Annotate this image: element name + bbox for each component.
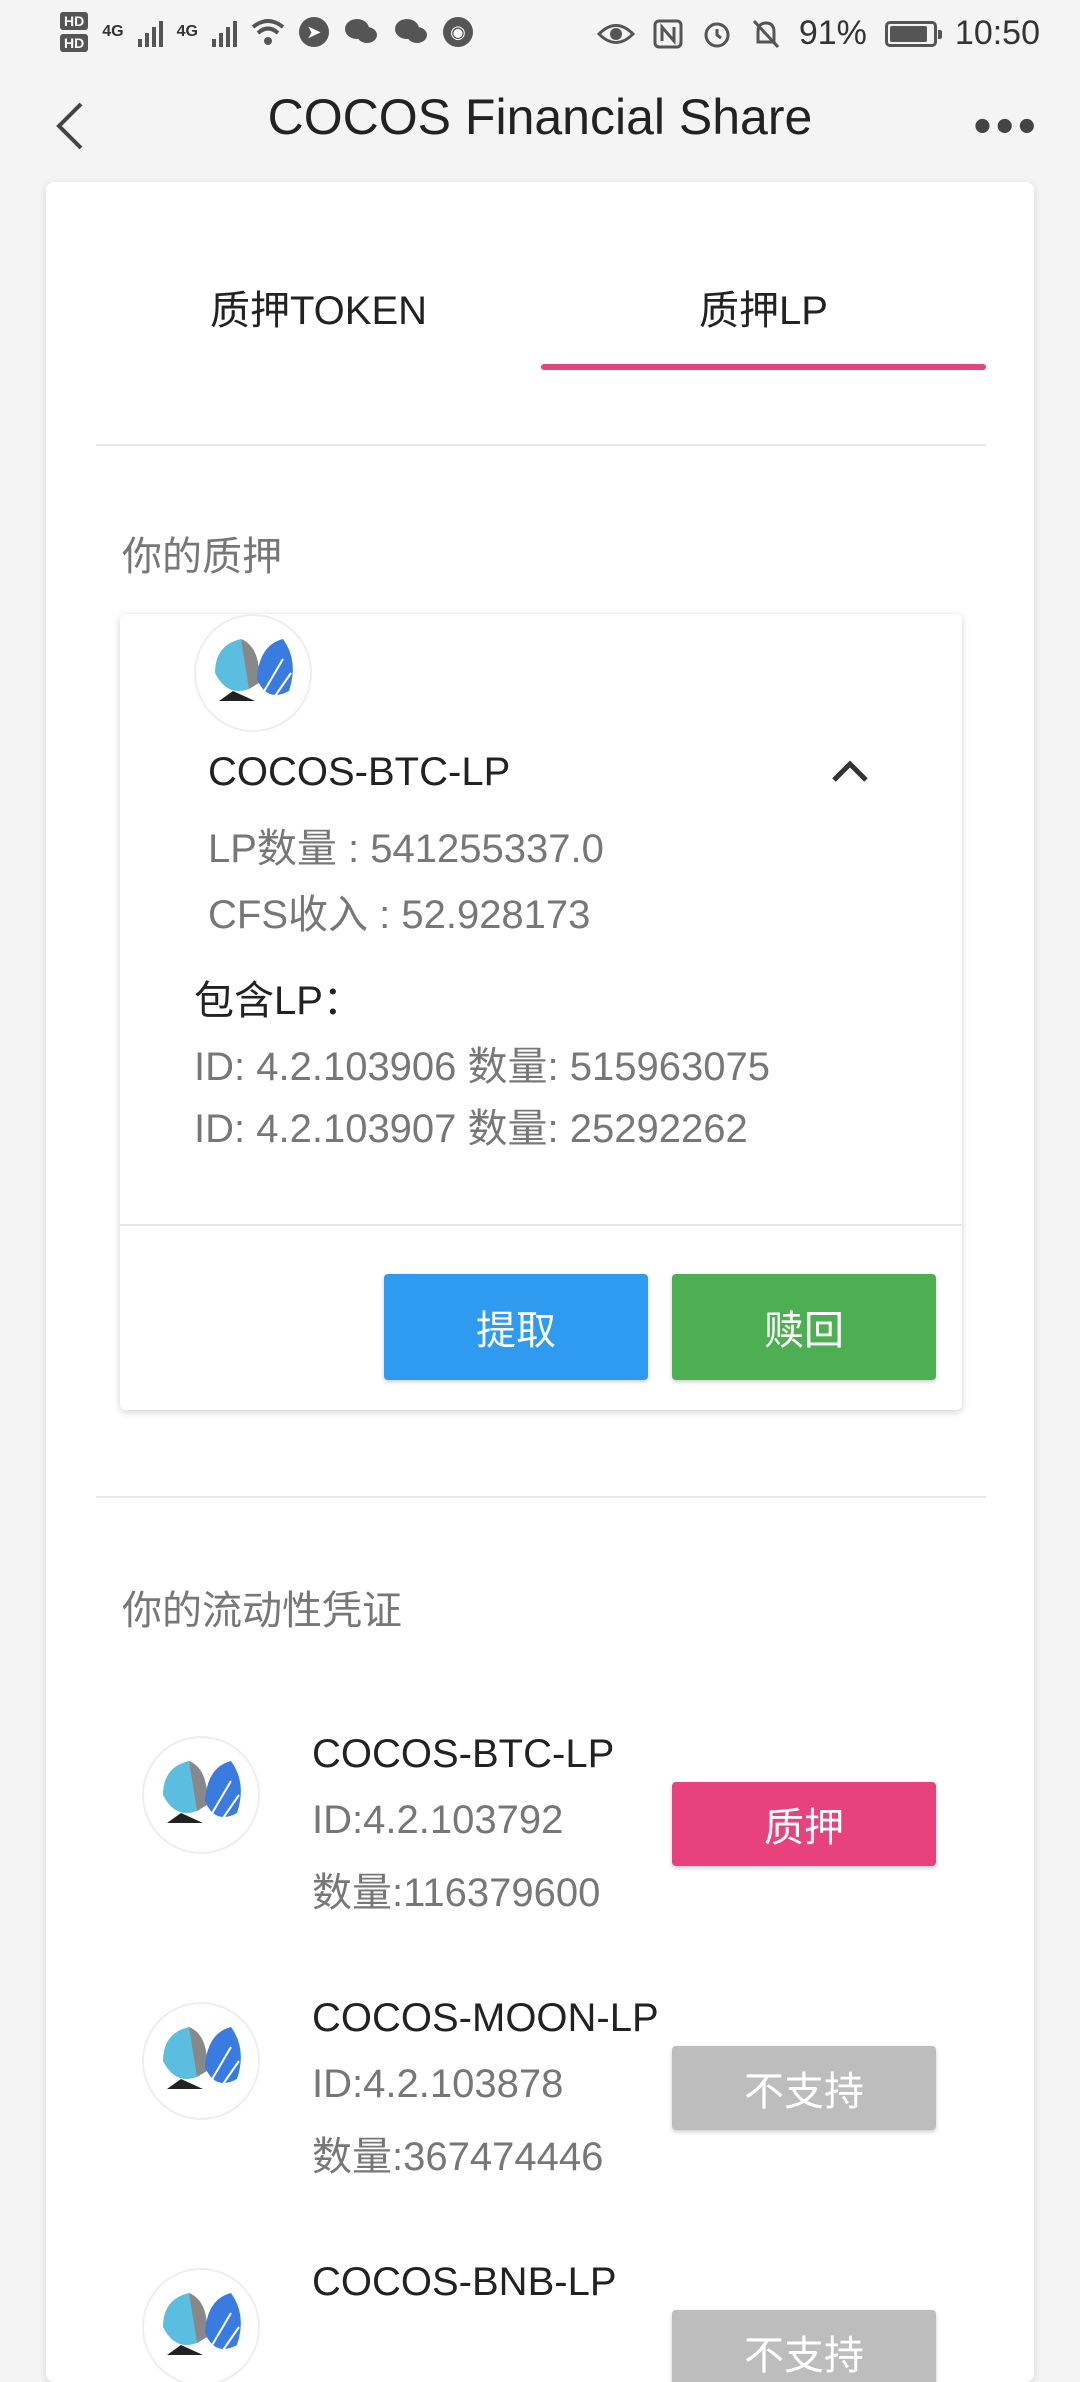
token-pair-logo xyxy=(142,1736,260,1854)
nfc-icon xyxy=(653,19,683,48)
liquidity-amount: 数量:367474446 xyxy=(312,2135,604,2179)
wechat-icon xyxy=(394,19,427,43)
network-type-1: 4G xyxy=(102,23,124,40)
eye-icon xyxy=(596,23,635,44)
tab-stake-lp[interactable]: 质押LP xyxy=(541,182,986,372)
stake-lp-name: COCOS-BTC-LP xyxy=(208,750,511,794)
status-bar: HD HD 4G 4G ➤ ◉ 91% 10:50 xyxy=(0,0,1080,72)
withdraw-button[interactable]: 提取 xyxy=(384,1274,648,1380)
location-icon: ➤ xyxy=(298,17,329,47)
cocos-bnb-logo-icon xyxy=(163,2293,241,2355)
liquidity-name: COCOS-BNB-LP xyxy=(312,2260,617,2304)
section-title-your-stake: 你的质押 xyxy=(122,535,282,579)
stake-lp-amount: LP数量 : 541255337.0 xyxy=(208,827,604,871)
app-header: COCOS Financial Share ••• xyxy=(0,72,1080,182)
page-title: COCOS Financial Share xyxy=(267,89,813,145)
signal-icon xyxy=(211,17,237,47)
cocos-btc-logo-icon xyxy=(215,639,293,701)
hd-indicator: HD HD xyxy=(60,12,89,52)
section-title-liquidity: 你的流动性凭证 xyxy=(122,1589,402,1633)
tab-stake-token[interactable]: 质押TOKEN xyxy=(96,182,541,372)
stake-item-card: COCOS-BTC-LP LP数量 : 541255337.0 CFS收入 : … xyxy=(120,614,962,1410)
wechat-icon xyxy=(344,19,377,43)
contains-lp-row: ID: 4.2.103907 数量: 25292262 xyxy=(194,1107,748,1151)
hd-label-2: HD xyxy=(60,34,89,52)
liquidity-name: COCOS-MOON-LP xyxy=(312,1996,659,2040)
hd-label-1: HD xyxy=(60,12,89,30)
more-menu-button[interactable]: ••• xyxy=(973,96,1040,156)
unsupported-button[interactable]: 不支持 xyxy=(672,2046,936,2130)
battery-percent: 91% xyxy=(798,14,867,52)
cocos-btc-logo-icon xyxy=(163,1761,241,1823)
liquidity-name: COCOS-BTC-LP xyxy=(312,1732,615,1776)
tab-bar: 质押TOKEN 质押LP xyxy=(96,182,986,372)
signal-icon xyxy=(137,17,163,47)
token-pair-logo xyxy=(194,614,312,732)
stake-cfs-income: CFS收入 : 52.928173 xyxy=(208,893,591,937)
battery-icon xyxy=(884,20,942,47)
audio-icon: ◉ xyxy=(442,17,473,47)
token-pair-logo xyxy=(142,2268,260,2382)
alarm-icon xyxy=(704,22,730,47)
chevron-up-icon[interactable] xyxy=(830,752,870,792)
main-card: 质押TOKEN 质押LP 你的质押 COCOS-BTC-LP LP数量 : 54… xyxy=(46,182,1034,2382)
contains-lp-row: ID: 4.2.103906 数量: 515963075 xyxy=(194,1045,770,1089)
liquidity-amount: 数量:116379600 xyxy=(312,1871,601,1915)
divider xyxy=(96,444,986,446)
unsupported-button[interactable]: 不支持 xyxy=(672,2310,936,2382)
divider xyxy=(96,1496,986,1498)
tab-label: 质押LP xyxy=(699,289,828,333)
redeem-button[interactable]: 赎回 xyxy=(672,1274,936,1380)
contains-lp-title: 包含LP： xyxy=(194,979,363,1023)
wifi-icon xyxy=(251,19,285,45)
tab-label: 质押TOKEN xyxy=(209,289,428,333)
clock: 10:50 xyxy=(954,14,1040,52)
token-pair-logo xyxy=(142,2002,260,2120)
divider xyxy=(120,1224,962,1226)
stake-button[interactable]: 质押 xyxy=(672,1782,936,1866)
mute-bell-icon xyxy=(752,19,779,48)
liquidity-id: ID:4.2.103878 xyxy=(312,2062,564,2106)
network-type-2: 4G xyxy=(176,23,198,40)
cocos-moon-logo-icon xyxy=(163,2027,241,2089)
liquidity-id: ID:4.2.103792 xyxy=(312,1798,564,1842)
